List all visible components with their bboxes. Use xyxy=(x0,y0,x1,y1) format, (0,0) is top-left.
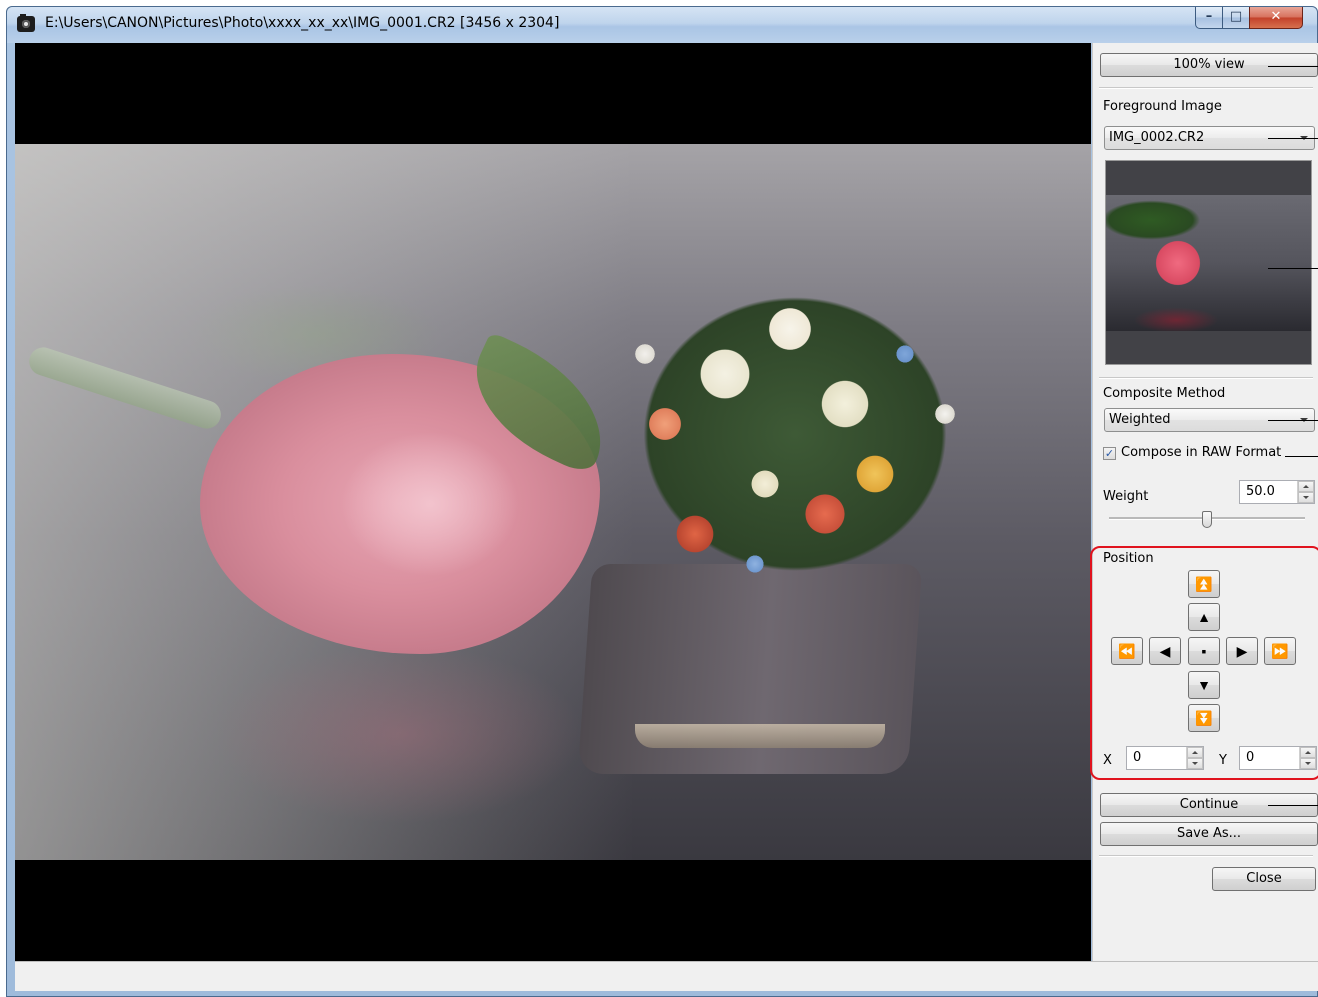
move-left-fast-button[interactable]: ⏪ xyxy=(1111,637,1143,665)
foreground-image-value: IMG_0002.CR2 xyxy=(1109,130,1205,145)
foreground-image-label: Foreground Image xyxy=(1103,99,1222,114)
weight-value: 50.0 xyxy=(1246,484,1275,499)
callout-line xyxy=(1268,138,1318,139)
x-increase-button[interactable] xyxy=(1187,747,1203,758)
y-increase-button[interactable] xyxy=(1300,747,1316,758)
position-label: Position xyxy=(1103,551,1154,566)
close-button[interactable]: Close xyxy=(1212,867,1316,891)
weight-label: Weight xyxy=(1103,489,1149,504)
minimize-button[interactable]: – xyxy=(1195,7,1223,29)
weight-slider-handle[interactable] xyxy=(1202,511,1212,528)
separator xyxy=(1099,377,1313,379)
callout-line xyxy=(1268,805,1318,806)
composite-method-label: Composite Method xyxy=(1103,386,1226,401)
move-right-button[interactable]: ▶ xyxy=(1226,637,1258,665)
composite-method-value: Weighted xyxy=(1109,412,1171,427)
callout-line xyxy=(1268,420,1318,421)
callout-line xyxy=(1285,456,1318,457)
x-decrease-button[interactable] xyxy=(1187,758,1203,769)
move-up-fast-button[interactable]: ⏫ xyxy=(1188,570,1220,598)
weight-spin-buttons[interactable] xyxy=(1297,481,1314,503)
x-spinbox[interactable]: 0 xyxy=(1126,746,1204,770)
camera-icon xyxy=(17,14,35,32)
move-left-button[interactable]: ◀ xyxy=(1149,637,1181,665)
move-right-fast-button[interactable]: ⏩ xyxy=(1264,637,1296,665)
compose-raw-checkbox[interactable]: ✓ xyxy=(1103,447,1116,460)
separator xyxy=(1099,87,1313,89)
flower-bouquet xyxy=(575,234,1015,634)
composite-settings-panel: 100% view Foreground Image IMG_0002.CR2 … xyxy=(1090,43,1318,961)
foreground-thumbnail xyxy=(1105,160,1312,365)
tulip-reflection xyxy=(215,644,585,824)
weight-spinbox[interactable]: 50.0 xyxy=(1239,480,1315,504)
window-title: E:\Users\CANON\Pictures\Photo\xxxx_xx_xx… xyxy=(45,15,560,31)
title-bar[interactable]: E:\Users\CANON\Pictures\Photo\xxxx_xx_xx… xyxy=(7,7,1317,43)
weight-increase-button[interactable] xyxy=(1298,481,1314,492)
move-down-button[interactable]: ▼ xyxy=(1188,671,1220,699)
y-spin-buttons[interactable] xyxy=(1299,747,1316,769)
y-spinbox[interactable]: 0 xyxy=(1239,746,1317,770)
separator xyxy=(1099,855,1313,857)
save-as-button[interactable]: Save As... xyxy=(1100,822,1318,846)
y-label: Y xyxy=(1219,753,1227,768)
move-down-fast-button[interactable]: ⏬ xyxy=(1188,704,1220,732)
image-preview-area[interactable] xyxy=(15,43,1091,961)
x-value: 0 xyxy=(1133,750,1142,765)
callout-line xyxy=(1268,66,1318,67)
y-value: 0 xyxy=(1246,750,1255,765)
thumbnail-image xyxy=(1106,195,1311,331)
composite-preview-image xyxy=(15,144,1091,860)
x-label: X xyxy=(1103,753,1112,768)
weight-decrease-button[interactable] xyxy=(1298,492,1314,503)
callout-line xyxy=(1268,268,1318,269)
status-bar xyxy=(15,961,1318,991)
100-percent-view-button[interactable]: 100% view xyxy=(1100,53,1318,77)
maximize-button[interactable]: □ xyxy=(1222,7,1250,29)
move-up-button[interactable]: ▲ xyxy=(1188,603,1220,631)
x-spin-buttons[interactable] xyxy=(1186,747,1203,769)
vase-base xyxy=(635,724,885,748)
reset-position-button[interactable]: ▪ xyxy=(1188,637,1220,665)
compose-raw-label[interactable]: Compose in RAW Format xyxy=(1121,445,1281,460)
y-decrease-button[interactable] xyxy=(1300,758,1316,769)
window-close-button[interactable]: ✕ xyxy=(1249,7,1303,29)
